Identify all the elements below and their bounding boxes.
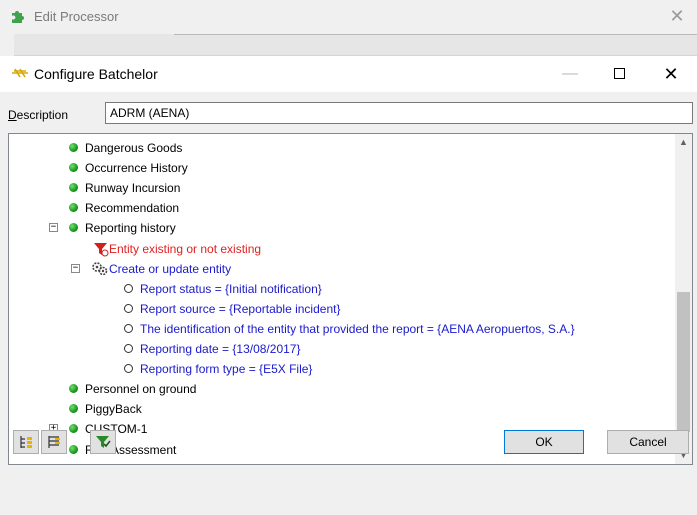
green-dot-icon bbox=[69, 203, 78, 213]
tree-item-label: Reporting form type = {E5X File} bbox=[140, 362, 313, 377]
close-button[interactable]: ✕ bbox=[648, 56, 694, 92]
tree-item[interactable]: The identification of the entity that pr… bbox=[9, 319, 669, 339]
tree-item[interactable]: Report status = {Initial notification} bbox=[9, 279, 669, 299]
tree-vertical-scrollbar[interactable]: ▲ ▼ bbox=[675, 134, 692, 464]
green-dot-icon bbox=[69, 404, 78, 414]
add-condition-button[interactable] bbox=[90, 430, 116, 454]
tree-item-label: Report source = {Reportable incident} bbox=[140, 301, 341, 316]
tree-item-label: Personnel on ground bbox=[85, 382, 197, 397]
tree-item[interactable]: Personnel on ground bbox=[9, 379, 669, 399]
maximize-button[interactable] bbox=[596, 56, 642, 92]
tree-item[interactable]: PiggyBack bbox=[9, 399, 669, 419]
parent-close-button[interactable]: ✕ bbox=[665, 4, 689, 28]
collapse-tree-icon bbox=[48, 436, 60, 448]
scroll-up-icon[interactable]: ▲ bbox=[675, 134, 692, 151]
cancel-button[interactable]: Cancel bbox=[607, 430, 689, 454]
tree-item[interactable]: Runway Incursion bbox=[9, 178, 669, 198]
tree-item-label: Create or update entity bbox=[109, 261, 232, 276]
field-ring-icon bbox=[124, 323, 133, 333]
tree-item[interactable]: Report source = {Reportable incident} bbox=[9, 299, 669, 319]
maximize-icon bbox=[613, 68, 625, 80]
description-label: Description bbox=[8, 108, 69, 122]
minimize-button[interactable]: — bbox=[547, 56, 593, 92]
tree-item[interactable]: Entity existing or not existing bbox=[9, 239, 669, 259]
field-ring-icon bbox=[124, 283, 133, 293]
red-filter-icon bbox=[94, 242, 109, 256]
ok-button[interactable]: OK bbox=[504, 430, 584, 454]
gears-icon bbox=[92, 261, 108, 275]
tree-item[interactable]: Occurrence History bbox=[9, 158, 669, 178]
tree-item-label: Reporting date = {13/08/2017} bbox=[140, 342, 301, 356]
rule-tree[interactable]: Dangerous Goods Occurrence History Runway … bbox=[8, 133, 693, 465]
field-ring-icon bbox=[124, 364, 133, 374]
tree-item-label: Runway Incursion bbox=[85, 181, 181, 196]
green-dot-icon bbox=[69, 444, 78, 454]
green-dot-icon bbox=[69, 163, 78, 173]
collapse-icon[interactable]: − bbox=[71, 263, 80, 273]
tree-item-label: The identification of the entity that pr… bbox=[140, 321, 575, 336]
green-dot-icon bbox=[69, 424, 78, 434]
field-ring-icon bbox=[124, 344, 133, 353]
tree-item-label: Dangerous Goods bbox=[85, 141, 183, 155]
parent-window-tabstrip bbox=[14, 34, 697, 56]
scroll-thumb[interactable] bbox=[677, 292, 690, 432]
tree-item[interactable]: − Reporting history bbox=[9, 218, 669, 238]
expand-all-button[interactable] bbox=[13, 430, 39, 454]
puzzle-icon bbox=[10, 8, 26, 24]
parent-window-titlebar: Edit Processor ✕ bbox=[0, 0, 697, 34]
tree-item-label: Occurrence History bbox=[85, 161, 188, 176]
tree-item[interactable]: Dangerous Goods bbox=[9, 138, 669, 158]
tree-item[interactable]: Reporting date = {13/08/2017} bbox=[9, 339, 669, 359]
parent-window-tab[interactable] bbox=[174, 34, 697, 55]
green-dot-icon bbox=[69, 223, 78, 233]
field-ring-icon bbox=[124, 303, 133, 313]
parent-window-title: Edit Processor bbox=[34, 9, 119, 24]
dialog-titlebar: Configure Batchelor — ✕ bbox=[0, 56, 697, 92]
green-dot-icon bbox=[69, 143, 78, 152]
tree-item[interactable]: Reporting form type = {E5X File} bbox=[9, 359, 669, 379]
tree-item-label: Reporting history bbox=[85, 221, 176, 236]
tree-item[interactable]: Recommendation bbox=[9, 198, 669, 218]
tree-item-label: Entity existing or not existing bbox=[109, 241, 262, 256]
tree-item-label: Report status = {Initial notification} bbox=[140, 281, 322, 296]
tree-item-label: Recommendation bbox=[85, 201, 180, 216]
expand-tree-icon bbox=[20, 436, 32, 448]
batchelor-icon bbox=[12, 67, 28, 82]
collapse-icon[interactable]: − bbox=[49, 223, 58, 233]
collapse-all-button[interactable] bbox=[41, 430, 67, 454]
tree-item[interactable]: − Create or update entity bbox=[9, 259, 669, 279]
filter-check-icon bbox=[96, 436, 111, 448]
green-dot-icon bbox=[69, 183, 78, 193]
configure-batchelor-dialog: Configure Batchelor — ✕ Description Dang… bbox=[0, 56, 697, 515]
description-input[interactable] bbox=[105, 102, 693, 124]
green-dot-icon bbox=[69, 384, 78, 394]
dialog-title: Configure Batchelor bbox=[34, 66, 158, 82]
tree-item-label: PiggyBack bbox=[85, 402, 142, 417]
